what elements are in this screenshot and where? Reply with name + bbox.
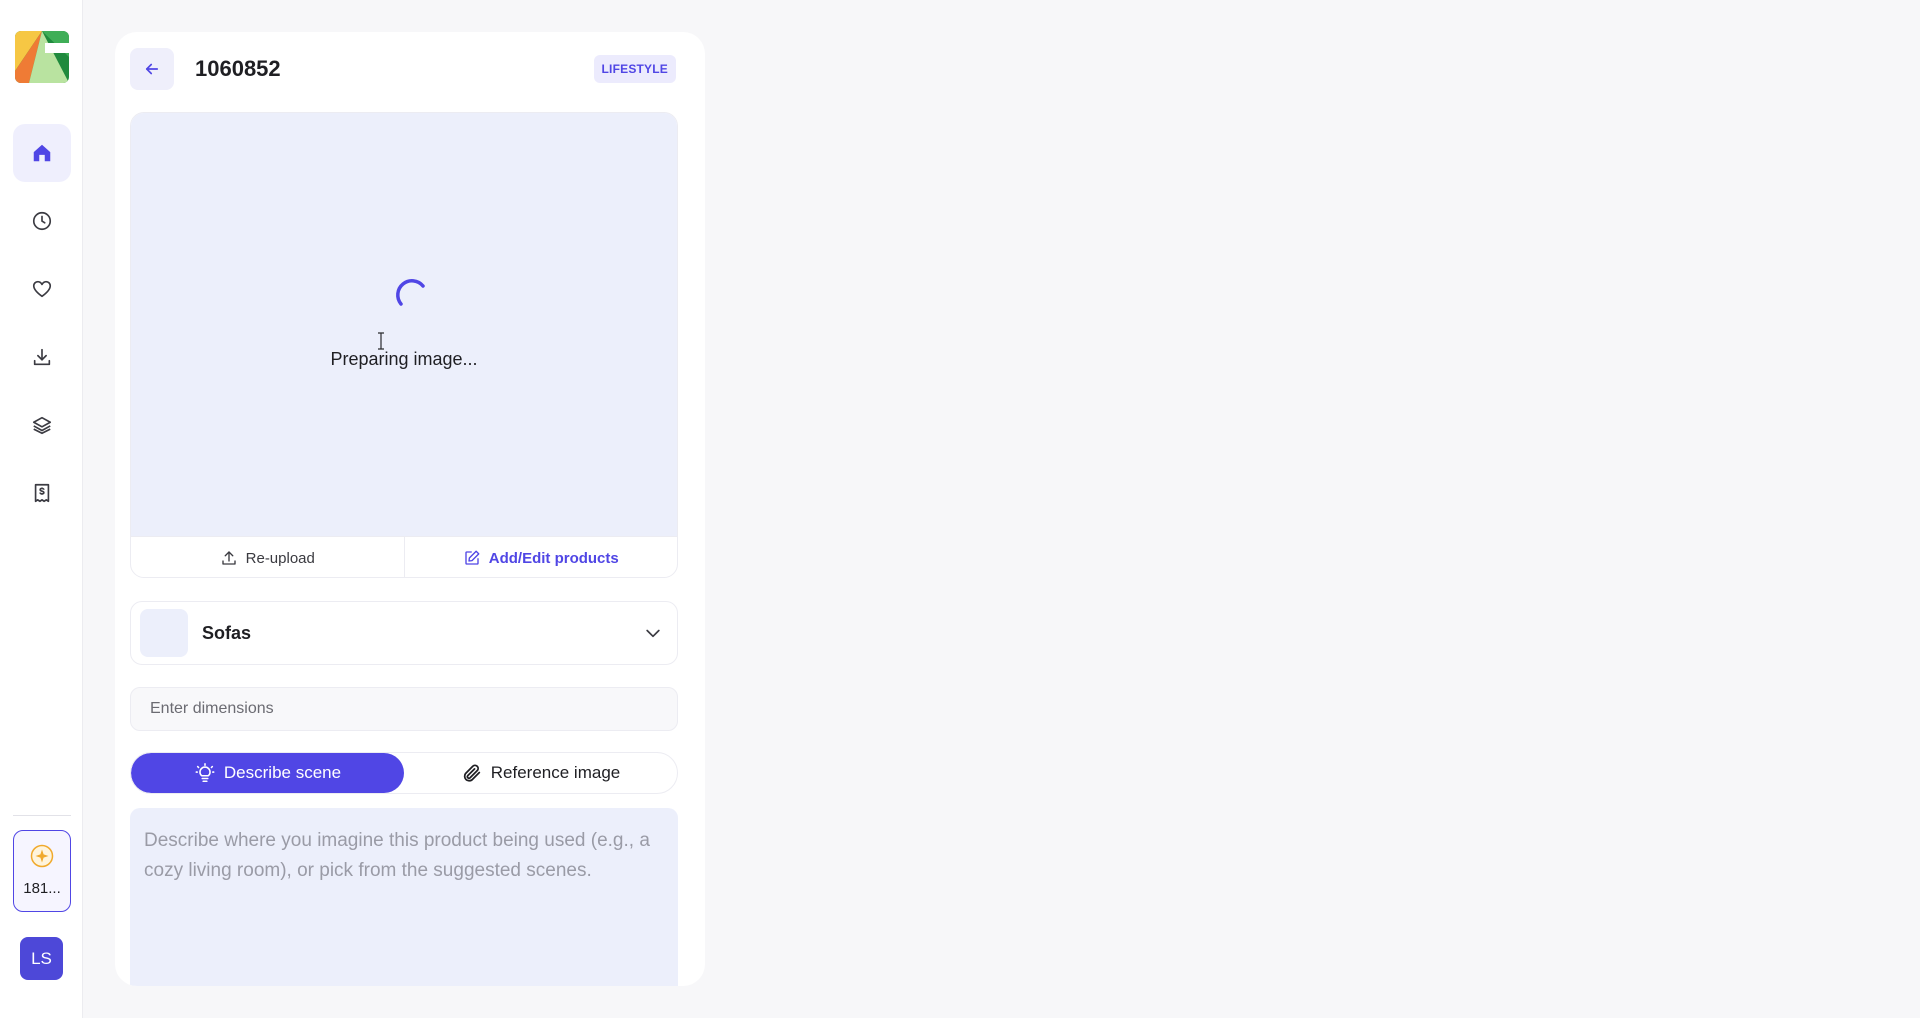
- avatar-initials: LS: [31, 948, 52, 968]
- preparing-status: Preparing image...: [330, 349, 478, 369]
- sidebar: 181... LS: [0, 0, 83, 1018]
- type-tag: LIFESTYLE: [593, 55, 676, 83]
- upload-icon: [221, 551, 236, 565]
- category-select[interactable]: Sofas: [130, 601, 678, 665]
- home-icon: [33, 144, 51, 162]
- paperclip-icon: [463, 764, 480, 782]
- describe-scene-button[interactable]: Describe scene: [131, 753, 404, 793]
- arrow-left-icon: [145, 63, 159, 75]
- image-card: Preparing image... Re-upload Add/Edit pr…: [130, 112, 678, 578]
- lightbulb-icon: [195, 763, 215, 783]
- credits-badge[interactable]: 181...: [13, 830, 71, 912]
- page-title: 1060852: [195, 56, 281, 81]
- image-actions: Re-upload Add/Edit products: [131, 536, 678, 577]
- app-logo[interactable]: [15, 31, 69, 83]
- layers-icon: [32, 416, 52, 435]
- reupload-button[interactable]: Re-upload: [131, 537, 404, 577]
- loading-spinner-icon: [396, 279, 425, 306]
- scene-mode-toggle: Describe scene Reference image: [130, 752, 678, 794]
- clock-icon: [32, 211, 52, 231]
- user-avatar[interactable]: LS: [20, 937, 63, 980]
- nav-billing[interactable]: [13, 464, 71, 522]
- editor-panel: 1060852 LIFESTYLE Preparing image... Re-…: [115, 32, 705, 986]
- edit-products-button[interactable]: Add/Edit products: [403, 537, 678, 577]
- nav-downloads[interactable]: [13, 328, 71, 386]
- category-thumbnail: [140, 609, 188, 657]
- scene-description-input[interactable]: [130, 808, 678, 986]
- sidebar-divider: [13, 815, 71, 816]
- text-cursor-icon: [378, 332, 384, 350]
- heart-icon: [32, 280, 52, 298]
- image-preview: Preparing image...: [131, 113, 677, 536]
- dimensions-input[interactable]: [130, 687, 678, 731]
- edit-icon: [465, 550, 480, 565]
- describe-scene-label: Describe scene: [223, 763, 342, 782]
- nav-layers[interactable]: [13, 396, 71, 454]
- edit-products-label: Add/Edit products: [488, 549, 619, 567]
- logo-icon: [15, 31, 69, 83]
- category-label: Sofas: [202, 622, 252, 643]
- sparkle-coin-icon: [30, 844, 54, 868]
- credits-count: 181...: [23, 880, 61, 897]
- reupload-label: Re-upload: [245, 549, 315, 567]
- chevron-down-icon: [646, 629, 660, 638]
- nav-favorites[interactable]: [13, 260, 71, 318]
- nav-history[interactable]: [13, 192, 71, 250]
- back-button[interactable]: [130, 48, 174, 90]
- receipt-icon: [34, 483, 50, 503]
- reference-image-label: Reference image: [490, 763, 621, 782]
- reference-image-button[interactable]: Reference image: [404, 753, 677, 793]
- nav-home[interactable]: [13, 124, 71, 182]
- download-icon: [33, 348, 51, 366]
